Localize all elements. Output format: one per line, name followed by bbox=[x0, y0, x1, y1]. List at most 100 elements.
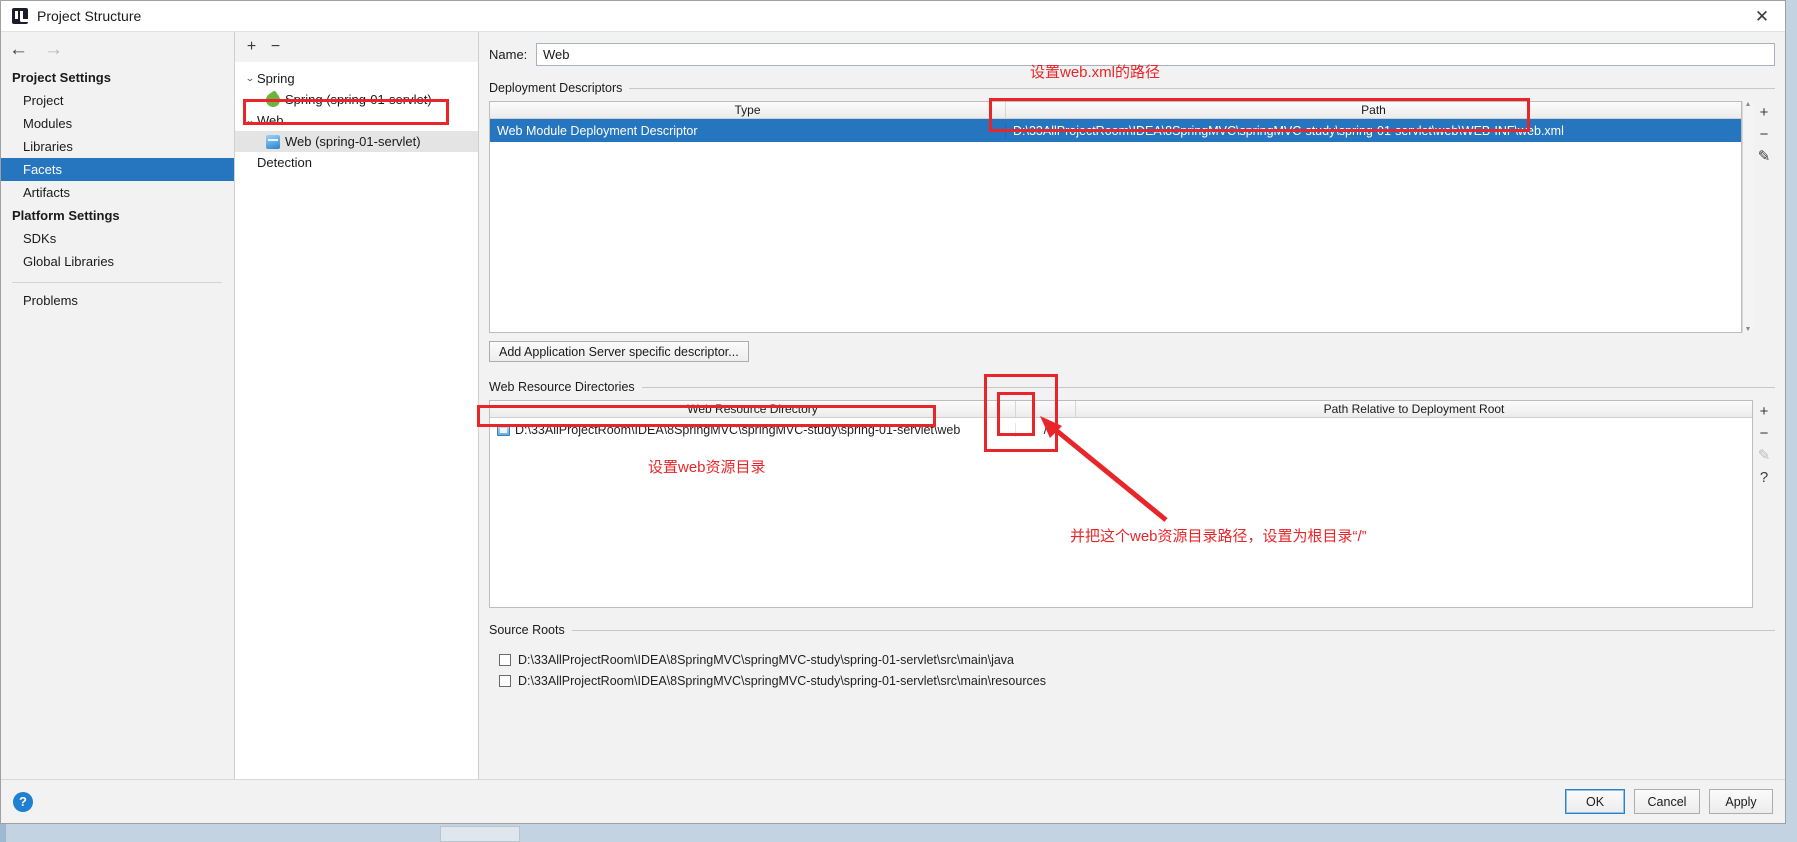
help-resource-dir-button[interactable]: ? bbox=[1754, 467, 1774, 487]
remove-descriptor-button[interactable]: − bbox=[1754, 124, 1774, 144]
close-icon[interactable]: ✕ bbox=[1739, 1, 1785, 32]
web-facet-icon bbox=[266, 134, 280, 149]
section-rule bbox=[571, 629, 1775, 631]
apply-button[interactable]: Apply bbox=[1709, 789, 1773, 814]
scroll-down-icon[interactable]: ▼ bbox=[1745, 326, 1752, 333]
deployment-descriptors-table: Type Path Web Module Deployment Descript… bbox=[489, 101, 1742, 333]
edit-resource-dir-button: ✎ bbox=[1757, 446, 1771, 464]
table-header: Type Path bbox=[490, 102, 1741, 119]
sidebar-item-artifacts[interactable]: Artifacts bbox=[1, 181, 234, 204]
deployment-descriptors-button-rail: + − ✎ bbox=[1753, 101, 1775, 333]
cell-relative-path[interactable]: / bbox=[1015, 422, 1075, 437]
intellij-idea-icon bbox=[12, 8, 28, 24]
arrow-left-icon[interactable]: ← bbox=[9, 40, 28, 59]
settings-pane: ← → Project Settings Project Modules Lib… bbox=[1, 32, 235, 779]
column-header-web-resource-directory[interactable]: Web Resource Directory bbox=[490, 401, 1015, 417]
table-header: Web Resource Directory Path Relative to … bbox=[490, 401, 1752, 418]
cancel-button[interactable]: Cancel bbox=[1634, 789, 1700, 814]
cell-descriptor-type: Web Module Deployment Descriptor bbox=[497, 123, 698, 138]
deployment-descriptors-table-block: Type Path Web Module Deployment Descript… bbox=[489, 101, 1775, 333]
add-resource-dir-button[interactable]: + bbox=[1754, 401, 1774, 421]
arrow-right-icon[interactable]: → bbox=[44, 40, 63, 59]
chevron-down-icon[interactable]: ⌄ bbox=[241, 73, 260, 84]
tree-node-web-facet[interactable]: Web (spring-01-servlet) bbox=[235, 131, 478, 152]
sidebar-item-problems[interactable]: Problems bbox=[1, 289, 234, 312]
dialog-body: ← → Project Settings Project Modules Lib… bbox=[1, 32, 1785, 779]
taskbar-window-preview[interactable] bbox=[440, 826, 520, 842]
sidebar-filler bbox=[1, 312, 234, 779]
window-title: Project Structure bbox=[37, 8, 142, 24]
navigation-bar: ← → bbox=[1, 32, 234, 66]
tree-label: Web (spring-01-servlet) bbox=[285, 134, 421, 149]
table-row[interactable]: Web Module Deployment Descriptor D:\33Al… bbox=[490, 119, 1741, 142]
list-item[interactable]: D:\33AllProjectRoom\IDEA\8SpringMVC\spri… bbox=[490, 670, 1774, 691]
remove-resource-dir-button[interactable]: − bbox=[1754, 423, 1774, 443]
name-row: Name: bbox=[489, 42, 1775, 66]
dialog-bottom-bar: ? OK Cancel Apply bbox=[1, 779, 1785, 823]
cell-web-resource-directory: D:\33AllProjectRoom\IDEA\8SpringMVC\spri… bbox=[490, 423, 1015, 437]
sidebar-item-global-libraries[interactable]: Global Libraries bbox=[1, 250, 234, 273]
column-header-path[interactable]: Path bbox=[1005, 102, 1741, 118]
tree-label: Detection bbox=[257, 155, 312, 170]
column-header-type[interactable]: Type bbox=[490, 102, 1005, 118]
tree-node-spring-facet[interactable]: Spring (spring-01-servlet) bbox=[235, 89, 478, 110]
web-resource-directories-button-rail: + − ✎ ? bbox=[1753, 400, 1775, 608]
web-resource-directories-table: Web Resource Directory Path Relative to … bbox=[489, 400, 1753, 608]
tree-node-web-group[interactable]: ⌄ Web bbox=[235, 110, 478, 131]
source-root-path: D:\33AllProjectRoom\IDEA\8SpringMVC\spri… bbox=[518, 652, 1015, 667]
help-icon[interactable]: ? bbox=[13, 791, 33, 812]
tree-label: Spring (spring-01-servlet) bbox=[285, 92, 432, 107]
source-root-checkbox[interactable] bbox=[499, 653, 511, 666]
cell-descriptor-path: D:\33AllProjectRoom\IDEA\8SpringMVC\spri… bbox=[1005, 123, 1741, 138]
section-title: Source Roots bbox=[489, 623, 565, 637]
project-structure-dialog: Project Structure ✕ ← → Project Settings… bbox=[0, 0, 1786, 824]
deployment-descriptors-scrollbar[interactable]: ▲ ▼ bbox=[1742, 101, 1753, 333]
add-descriptor-button[interactable]: + bbox=[1754, 102, 1774, 122]
scroll-up-icon[interactable]: ▲ bbox=[1745, 101, 1752, 108]
sidebar-item-libraries[interactable]: Libraries bbox=[1, 135, 234, 158]
minus-icon[interactable]: − bbox=[267, 39, 284, 56]
chevron-down-icon[interactable]: ⌄ bbox=[241, 115, 260, 126]
facets-tree: ⌄ Spring Spring (spring-01-servlet) ⌄ We… bbox=[235, 62, 478, 779]
edit-descriptor-button[interactable]: ✎ bbox=[1754, 146, 1774, 166]
facet-name-input[interactable] bbox=[536, 42, 1775, 66]
facet-detail-pane: Name: Deployment Descriptors Type Path W… bbox=[479, 32, 1785, 779]
list-item[interactable]: D:\33AllProjectRoom\IDEA\8SpringMVC\spri… bbox=[490, 649, 1774, 670]
deployment-descriptors-header: Deployment Descriptors bbox=[489, 80, 1775, 96]
table-rows: Web Module Deployment Descriptor D:\33Al… bbox=[490, 119, 1741, 332]
sidebar-item-project[interactable]: Project bbox=[1, 89, 234, 112]
facets-tree-pane: + − ⌄ Spring Spring (spring-01-servlet) … bbox=[235, 32, 479, 779]
source-roots-list: D:\33AllProjectRoom\IDEA\8SpringMVC\spri… bbox=[489, 643, 1775, 692]
table-row[interactable]: D:\33AllProjectRoom\IDEA\8SpringMVC\spri… bbox=[490, 418, 1752, 441]
sidebar-item-facets[interactable]: Facets bbox=[1, 158, 234, 181]
tree-label: Web bbox=[257, 113, 284, 128]
folder-icon bbox=[497, 423, 510, 436]
tree-node-detection[interactable]: Detection bbox=[235, 152, 478, 173]
table-rows: D:\33AllProjectRoom\IDEA\8SpringMVC\spri… bbox=[490, 418, 1752, 607]
section-rule bbox=[629, 87, 1775, 89]
tree-node-spring-group[interactable]: ⌄ Spring bbox=[235, 68, 478, 89]
source-root-checkbox[interactable] bbox=[499, 674, 511, 687]
source-root-path: D:\33AllProjectRoom\IDEA\8SpringMVC\spri… bbox=[518, 673, 1046, 688]
facets-toolbar: + − bbox=[235, 32, 478, 62]
title-bar: Project Structure ✕ bbox=[1, 1, 1785, 32]
plus-icon[interactable]: + bbox=[243, 39, 260, 56]
sidebar-item-sdks[interactable]: SDKs bbox=[1, 227, 234, 250]
column-header-path-relative[interactable]: Path Relative to Deployment Root bbox=[1075, 401, 1752, 417]
web-resource-directories-table-block: Web Resource Directory Path Relative to … bbox=[489, 400, 1775, 608]
section-title: Deployment Descriptors bbox=[489, 81, 623, 95]
add-application-server-descriptor-button[interactable]: Add Application Server specific descript… bbox=[489, 341, 749, 362]
cell-text: D:\33AllProjectRoom\IDEA\8SpringMVC\spri… bbox=[515, 422, 961, 437]
section-rule bbox=[641, 386, 1775, 388]
ok-button[interactable]: OK bbox=[1565, 789, 1625, 814]
tree-label: Spring bbox=[257, 71, 295, 86]
sidebar-divider bbox=[12, 282, 222, 283]
sidebar-item-modules[interactable]: Modules bbox=[1, 112, 234, 135]
name-label: Name: bbox=[489, 46, 528, 62]
column-header-spacer bbox=[1015, 401, 1075, 417]
section-title: Web Resource Directories bbox=[489, 380, 635, 394]
dialog-actions: OK Cancel Apply bbox=[1565, 789, 1773, 814]
group-title-project-settings: Project Settings bbox=[12, 70, 111, 85]
source-roots-header: Source Roots bbox=[489, 622, 1775, 638]
group-title-platform-settings: Platform Settings bbox=[12, 208, 120, 223]
